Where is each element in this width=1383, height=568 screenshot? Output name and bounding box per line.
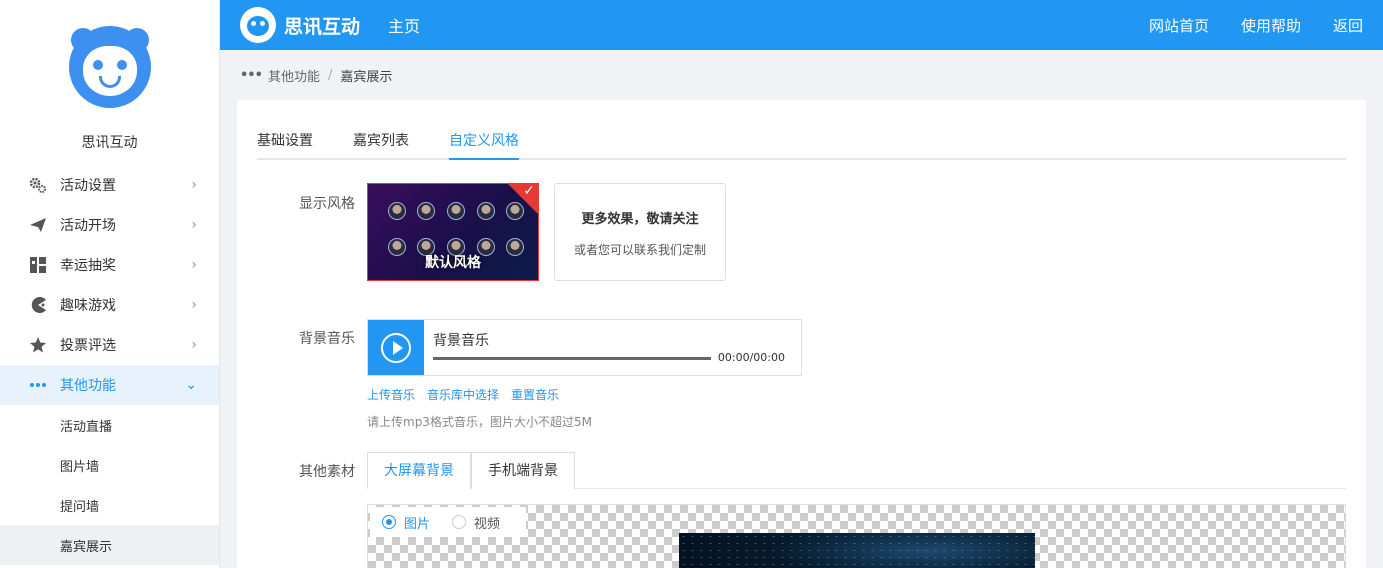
sidebar-logo-area: 思讯互动 [0, 0, 219, 165]
back-link[interactable]: 返回 [1333, 15, 1363, 36]
music-library-link[interactable]: 音乐库中选择 [427, 386, 499, 403]
sidebar-subitem-question-wall[interactable]: 提问墙 [0, 485, 219, 525]
topbar-home-link[interactable]: 主页 [388, 13, 420, 37]
breadcrumb-current: 嘉宾展示 [340, 70, 393, 85]
upload-music-link[interactable]: 上传音乐 [367, 386, 415, 403]
chevron-down-icon: ⌄ [185, 377, 197, 393]
sidebar-subitem-guest-display[interactable]: 嘉宾展示 [0, 525, 219, 565]
sidebar-item-fun-games[interactable]: 趣味游戏 › [0, 285, 219, 325]
more-styles-subtitle: 或者您可以联系我们定制 [573, 243, 706, 257]
pacman-icon [28, 295, 48, 315]
settings-tabs: 基础设置 嘉宾列表 自定义风格 [257, 130, 1346, 160]
chevron-right-icon: › [191, 337, 197, 353]
radio-image[interactable] [382, 515, 396, 529]
sidebar-item-label: 投票评选 [60, 338, 116, 354]
style-option-more: 更多效果，敬请关注 或者您可以联系我们定制 [554, 183, 726, 281]
breadcrumb-parent[interactable]: 其他功能 [268, 66, 320, 85]
radio-video[interactable] [452, 515, 467, 529]
background-image-preview [679, 533, 1035, 568]
sidebar-item-activity-opening[interactable]: 活动开场 › [0, 205, 219, 245]
sidebar: 思讯互动 活动设置 › 活动开场 › 幸运抽奖 › 趣味游戏 › 投票评选 › [0, 0, 220, 568]
play-icon [381, 332, 411, 363]
star-icon [28, 335, 48, 355]
reset-music-link[interactable]: 重置音乐 [511, 386, 559, 403]
progress-bar[interactable] [433, 357, 711, 360]
bear-logo-icon [68, 26, 151, 108]
play-button[interactable] [368, 320, 424, 375]
music-actions: 上传音乐 音乐库中选择 重置音乐 [367, 386, 559, 403]
topbar-links: 网站首页 使用帮助 返回 [1149, 15, 1363, 36]
bear-logo-icon [240, 7, 276, 43]
track-time: 00:00/00:00 [717, 351, 785, 364]
more-dots-icon: ••• [240, 68, 263, 83]
topbar: 思讯互动 主页 网站首页 使用帮助 返回 [220, 0, 1383, 50]
sidebar-item-label: 幸运抽奖 [60, 258, 116, 274]
track-title: 背景音乐 [433, 333, 489, 349]
chevron-right-icon: › [191, 217, 197, 233]
more-dots-icon [28, 375, 48, 395]
more-styles-title: 更多效果，敬请关注 [581, 212, 699, 227]
chevron-right-icon: › [191, 257, 197, 273]
radio-video-label[interactable]: 视频 [474, 513, 500, 532]
sidebar-item-voting[interactable]: 投票评选 › [0, 325, 219, 365]
chevron-right-icon: › [191, 177, 197, 193]
other-materials-label: 其他素材 [299, 464, 355, 480]
music-player: 背景音乐 00:00/00:00 [367, 319, 802, 376]
grid-icon [28, 255, 48, 275]
site-home-link[interactable]: 网站首页 [1149, 15, 1209, 36]
breadcrumb: ••• 其他功能 / 嘉宾展示 [240, 66, 392, 85]
style-option-default[interactable]: ✓ 默认风格 [367, 183, 539, 281]
sidebar-item-lucky-draw[interactable]: 幸运抽奖 › [0, 245, 219, 285]
sidebar-item-label: 活动设置 [60, 178, 116, 194]
materials-tabs: 大屏幕背景 手机端背景 [367, 452, 1346, 489]
gears-icon [28, 175, 48, 195]
content-card: 基础设置 嘉宾列表 自定义风格 显示风格 ✓ 默认风格 更多效果，敬请关注 或者… [237, 100, 1366, 568]
sidebar-item-label: 其他功能 [60, 378, 116, 394]
help-link[interactable]: 使用帮助 [1241, 15, 1301, 36]
tab-mobile-background[interactable]: 手机端背景 [471, 452, 575, 489]
tab-basic-settings[interactable]: 基础设置 [257, 130, 313, 158]
sidebar-subitem-live[interactable]: 活动直播 [0, 405, 219, 445]
style-option-caption: 默认风格 [425, 255, 481, 271]
display-style-label: 显示风格 [299, 196, 355, 212]
check-icon: ✓ [523, 183, 535, 199]
topbar-brand: 思讯互动 [284, 15, 361, 38]
sidebar-subitem-photo-wall[interactable]: 图片墙 [0, 445, 219, 485]
sidebar-item-activity-settings[interactable]: 活动设置 › [0, 165, 219, 205]
background-music-label: 背景音乐 [299, 331, 355, 347]
sidebar-item-other-features[interactable]: 其他功能 ⌄ [0, 365, 219, 405]
music-upload-tip: 请上传mp3格式音乐，图片大小不超过5M [367, 415, 592, 429]
sidebar-item-label: 趣味游戏 [60, 298, 116, 314]
sidebar-item-label: 活动开场 [60, 218, 116, 234]
media-type-radio-group: 图片 视频 [370, 507, 526, 537]
breadcrumb-separator: / [327, 68, 333, 83]
paper-plane-icon [28, 215, 48, 235]
radio-image-label[interactable]: 图片 [404, 513, 430, 532]
brand-name: 思讯互动 [81, 135, 138, 151]
background-preview: 图片 视频 [367, 504, 1346, 568]
tab-big-screen-background[interactable]: 大屏幕背景 [367, 452, 471, 489]
chevron-right-icon: › [191, 297, 197, 313]
tab-guest-list[interactable]: 嘉宾列表 [353, 130, 409, 158]
tab-custom-style[interactable]: 自定义风格 [449, 130, 519, 160]
